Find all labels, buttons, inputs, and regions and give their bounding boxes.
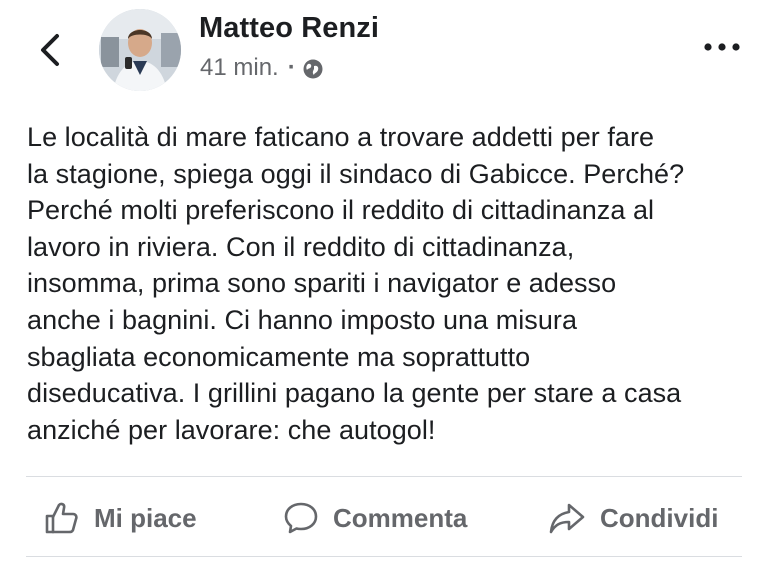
post-meta: 41 min. · (200, 54, 324, 82)
globe-icon[interactable] (302, 58, 324, 80)
thumbs-up-icon (44, 501, 80, 535)
chevron-left-icon (39, 33, 61, 72)
comment-label: Commenta (333, 502, 468, 533)
like-button[interactable]: Mi piace (44, 490, 197, 546)
post-text: Le località di mare faticano a trovare a… (27, 122, 685, 445)
comment-bubble-icon (283, 501, 319, 535)
post-actions-bar: Mi piace Commenta Condividi (0, 490, 768, 546)
author-name[interactable]: Matteo Renzi (199, 12, 379, 45)
divider (26, 476, 742, 477)
share-label: Condividi (600, 502, 719, 533)
share-button[interactable]: Condividi (548, 490, 718, 546)
back-button[interactable] (30, 30, 70, 74)
more-options-button[interactable] (700, 32, 744, 62)
avatar[interactable] (99, 9, 181, 91)
divider (26, 556, 742, 557)
like-label: Mi piace (94, 502, 197, 533)
share-arrow-icon (548, 501, 586, 535)
meta-separator: · (287, 54, 296, 81)
comment-button[interactable]: Commenta (283, 490, 467, 546)
post-timestamp[interactable]: 41 min. (200, 54, 279, 82)
more-horizontal-icon (704, 38, 740, 56)
